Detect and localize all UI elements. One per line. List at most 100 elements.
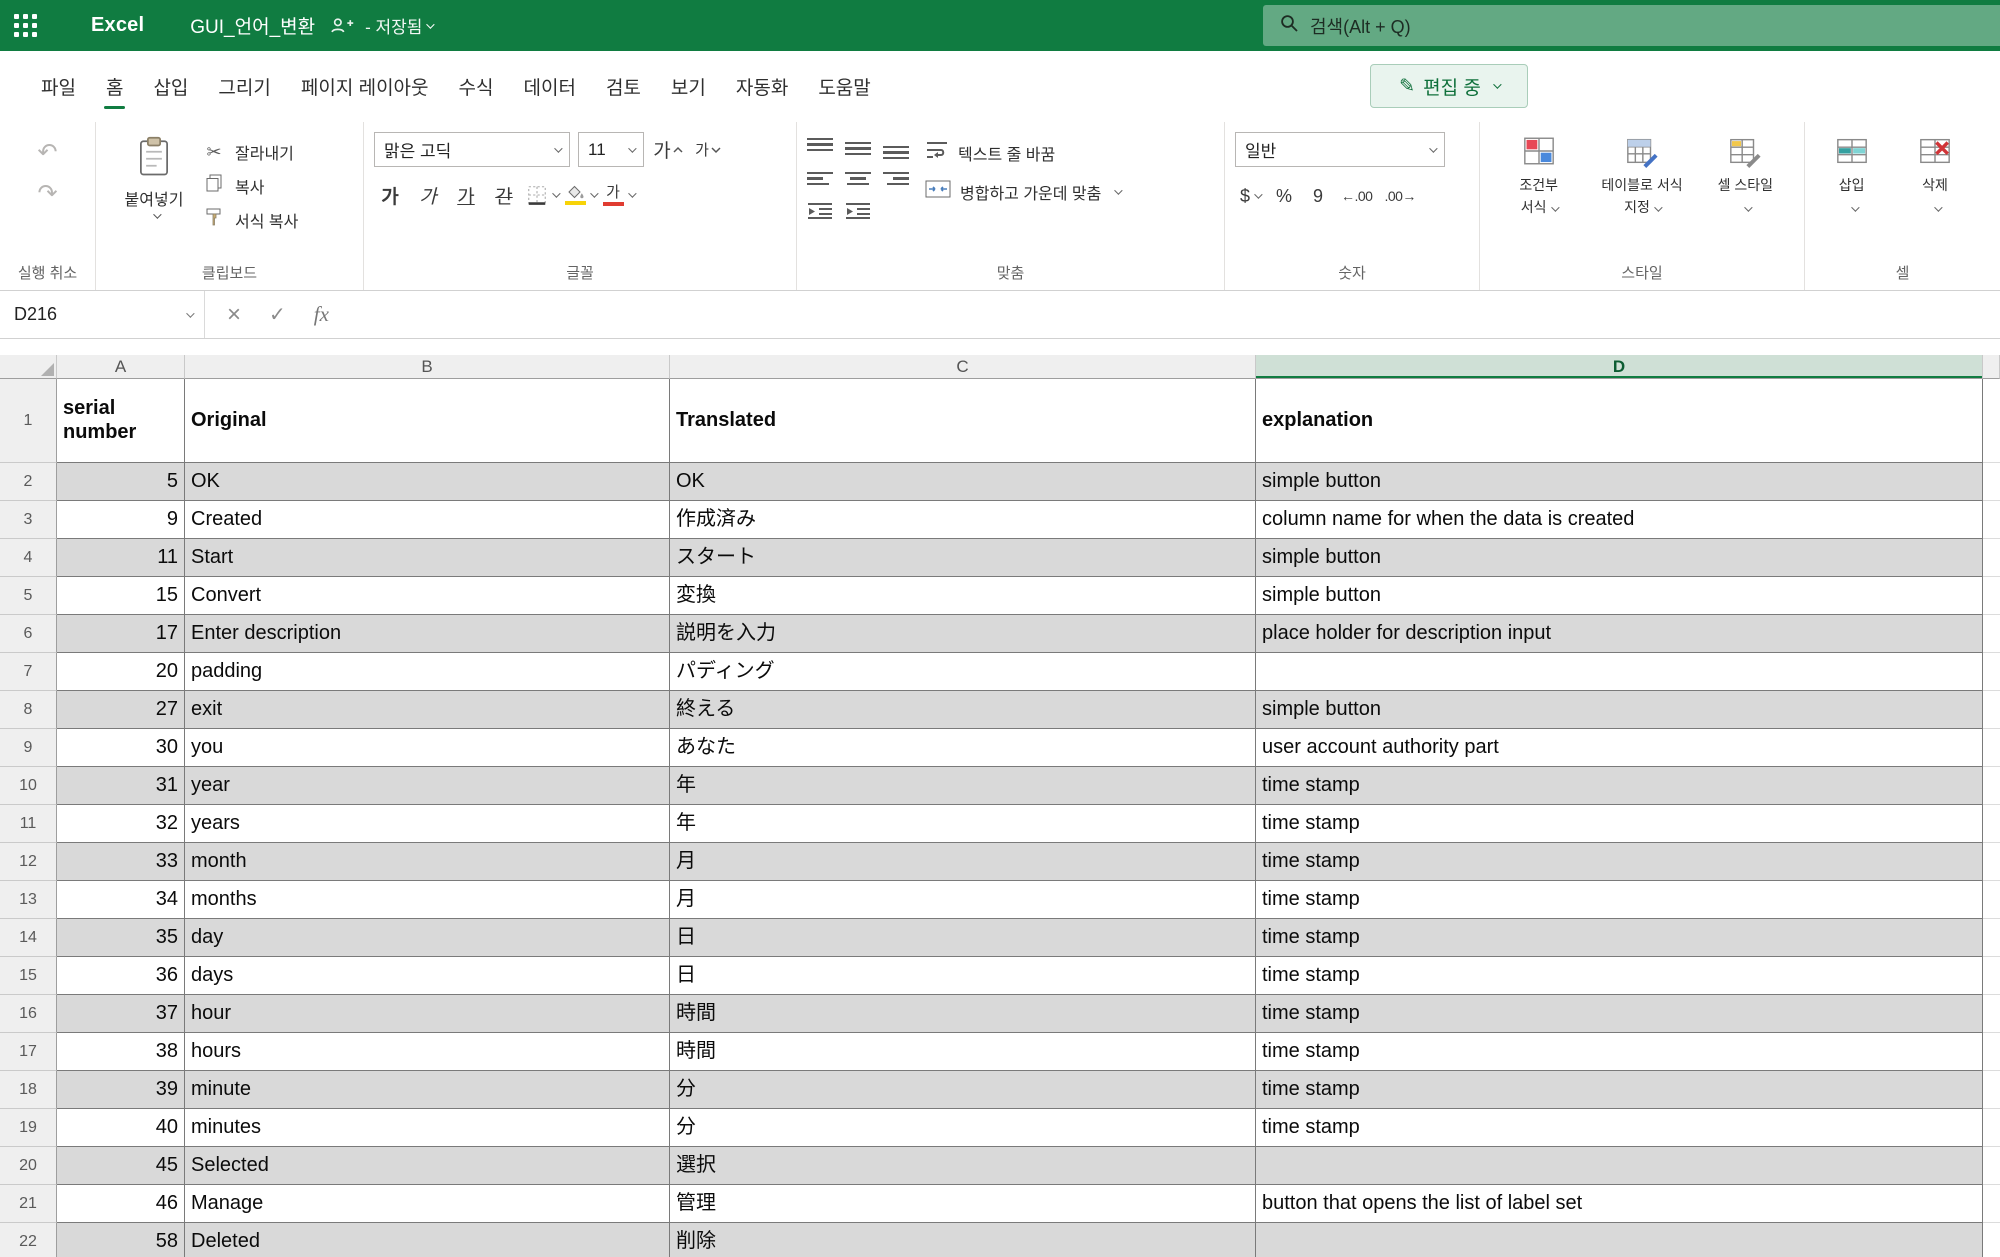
merge-center-button[interactable]: 병합하고 가운데 맞춤 bbox=[925, 179, 1120, 204]
cell-A15[interactable]: 36 bbox=[57, 957, 185, 995]
cell-A4[interactable]: 11 bbox=[57, 539, 185, 577]
column-header-D[interactable]: D bbox=[1256, 355, 1983, 379]
cell-C1[interactable]: Translated bbox=[670, 379, 1256, 463]
cell-styles-button[interactable]: 셀 스타일 bbox=[1697, 134, 1794, 254]
decrease-decimal-button[interactable]: .00→ bbox=[1380, 179, 1419, 213]
cell-A3[interactable]: 9 bbox=[57, 501, 185, 539]
delete-cells-button[interactable]: 삭제 bbox=[1898, 134, 1971, 254]
tab-그리기[interactable]: 그리기 bbox=[203, 51, 285, 122]
cell-C7[interactable]: パディング bbox=[670, 653, 1256, 691]
cell-B7[interactable]: padding bbox=[185, 653, 670, 691]
cell-A5[interactable]: 15 bbox=[57, 577, 185, 615]
cell-B16[interactable]: hour bbox=[185, 995, 670, 1033]
format-as-table-button[interactable]: 테이블로 서식 지정 bbox=[1593, 134, 1690, 254]
cell-B13[interactable]: months bbox=[185, 881, 670, 919]
row-header-19[interactable]: 19 bbox=[0, 1109, 57, 1147]
row-header-13[interactable]: 13 bbox=[0, 881, 57, 919]
cell-A2[interactable]: 5 bbox=[57, 463, 185, 501]
row-header-6[interactable]: 6 bbox=[0, 615, 57, 653]
cell-C2[interactable]: OK bbox=[670, 463, 1256, 501]
cancel-button[interactable]: × bbox=[227, 301, 241, 329]
cell-D22[interactable] bbox=[1256, 1223, 1983, 1257]
row-header-17[interactable]: 17 bbox=[0, 1033, 57, 1071]
number-format-select[interactable]: 일반 bbox=[1235, 132, 1445, 167]
column-header-B[interactable]: B bbox=[185, 355, 670, 379]
cell-B22[interactable]: Deleted bbox=[185, 1223, 670, 1257]
cell-E3-partial[interactable] bbox=[1983, 501, 2000, 539]
cell-B18[interactable]: minute bbox=[185, 1071, 670, 1109]
row-header-12[interactable]: 12 bbox=[0, 843, 57, 881]
cell-B9[interactable]: you bbox=[185, 729, 670, 767]
cell-E8-partial[interactable] bbox=[1983, 691, 2000, 729]
cell-D3[interactable]: column name for when the data is created bbox=[1256, 501, 1983, 539]
cell-D15[interactable]: time stamp bbox=[1256, 957, 1983, 995]
tab-검토[interactable]: 검토 bbox=[591, 51, 656, 122]
cell-E16-partial[interactable] bbox=[1983, 995, 2000, 1033]
cell-E6-partial[interactable] bbox=[1983, 615, 2000, 653]
row-header-22[interactable]: 22 bbox=[0, 1223, 57, 1257]
cell-C14[interactable]: 日 bbox=[670, 919, 1256, 957]
cell-C13[interactable]: 月 bbox=[670, 881, 1256, 919]
align-bottom-button[interactable] bbox=[883, 138, 909, 159]
format-cells-button[interactable]: 서식 bbox=[1982, 134, 2000, 254]
increase-indent-button[interactable] bbox=[845, 202, 871, 225]
shrink-font-button[interactable]: 가 bbox=[692, 133, 724, 167]
paste-button[interactable]: 붙여넣기 bbox=[106, 132, 202, 254]
cell-E14-partial[interactable] bbox=[1983, 919, 2000, 957]
italic-button[interactable]: 가 bbox=[412, 178, 444, 212]
cell-E19-partial[interactable] bbox=[1983, 1109, 2000, 1147]
cell-C19[interactable]: 分 bbox=[670, 1109, 1256, 1147]
font-size-select[interactable]: 11 bbox=[578, 132, 644, 167]
row-header-11[interactable]: 11 bbox=[0, 805, 57, 843]
align-left-button[interactable] bbox=[807, 172, 833, 193]
cell-C17[interactable]: 時間 bbox=[670, 1033, 1256, 1071]
row-header-3[interactable]: 3 bbox=[0, 501, 57, 539]
cell-C10[interactable]: 年 bbox=[670, 767, 1256, 805]
percent-style-button[interactable]: % bbox=[1269, 179, 1299, 213]
cell-C4[interactable]: スタート bbox=[670, 539, 1256, 577]
cell-A12[interactable]: 33 bbox=[57, 843, 185, 881]
comma-style-button[interactable]: 9 bbox=[1303, 179, 1333, 213]
copy-button[interactable]: 복사 bbox=[202, 173, 298, 198]
row-header-7[interactable]: 7 bbox=[0, 653, 57, 691]
select-all-corner[interactable] bbox=[0, 355, 57, 379]
cell-C5[interactable]: 変換 bbox=[670, 577, 1256, 615]
cell-D11[interactable]: time stamp bbox=[1256, 805, 1983, 843]
cell-E12-partial[interactable] bbox=[1983, 843, 2000, 881]
cell-E20-partial[interactable] bbox=[1983, 1147, 2000, 1185]
bold-button[interactable]: 가 bbox=[374, 178, 406, 212]
cell-C15[interactable]: 日 bbox=[670, 957, 1256, 995]
column-header-A[interactable]: A bbox=[57, 355, 185, 379]
cut-button[interactable]: ✂ 잘라내기 bbox=[202, 140, 298, 164]
cell-A7[interactable]: 20 bbox=[57, 653, 185, 691]
cell-D16[interactable]: time stamp bbox=[1256, 995, 1983, 1033]
tab-보기[interactable]: 보기 bbox=[656, 51, 721, 122]
cell-B4[interactable]: Start bbox=[185, 539, 670, 577]
cell-E18-partial[interactable] bbox=[1983, 1071, 2000, 1109]
cell-A11[interactable]: 32 bbox=[57, 805, 185, 843]
cell-D10[interactable]: time stamp bbox=[1256, 767, 1983, 805]
tab-파일[interactable]: 파일 bbox=[26, 51, 91, 122]
tab-자동화[interactable]: 자동화 bbox=[721, 51, 803, 122]
underline-button[interactable]: 가 bbox=[450, 178, 482, 212]
cell-A20[interactable]: 45 bbox=[57, 1147, 185, 1185]
row-header-20[interactable]: 20 bbox=[0, 1147, 57, 1185]
cell-D5[interactable]: simple button bbox=[1256, 577, 1983, 615]
row-header-21[interactable]: 21 bbox=[0, 1185, 57, 1223]
cell-B6[interactable]: Enter description bbox=[185, 615, 670, 653]
cell-A17[interactable]: 38 bbox=[57, 1033, 185, 1071]
enter-button[interactable]: ✓ bbox=[269, 302, 286, 327]
tab-수식[interactable]: 수식 bbox=[444, 51, 509, 122]
tab-데이터[interactable]: 데이터 bbox=[508, 51, 590, 122]
cell-B1[interactable]: Original bbox=[185, 379, 670, 463]
cell-B14[interactable]: day bbox=[185, 919, 670, 957]
cell-D1[interactable]: explanation bbox=[1256, 379, 1983, 463]
row-header-8[interactable]: 8 bbox=[0, 691, 57, 729]
decrease-indent-button[interactable] bbox=[807, 202, 833, 225]
cell-B5[interactable]: Convert bbox=[185, 577, 670, 615]
font-color-button[interactable]: 가 bbox=[602, 178, 634, 212]
cell-D4[interactable]: simple button bbox=[1256, 539, 1983, 577]
cell-E7-partial[interactable] bbox=[1983, 653, 2000, 691]
format-painter-button[interactable]: 서식 복사 bbox=[202, 207, 298, 232]
fill-color-button[interactable] bbox=[564, 178, 596, 212]
